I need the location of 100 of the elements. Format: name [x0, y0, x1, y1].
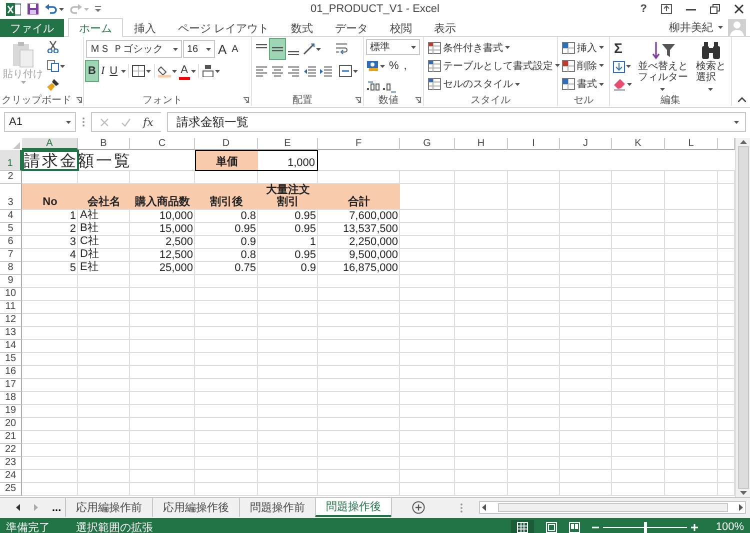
comma-style-button[interactable]: ,	[402, 56, 409, 76]
caret-icon[interactable]	[206, 48, 211, 50]
row-header[interactable]: 6	[0, 236, 22, 249]
row-header[interactable]: 10	[0, 288, 22, 301]
align-right-icon[interactable]	[287, 65, 300, 77]
caret-icon[interactable]	[708, 88, 714, 91]
delete-button[interactable]: 削除	[560, 57, 606, 75]
close-icon[interactable]	[734, 4, 744, 14]
caret-icon[interactable]	[316, 48, 321, 50]
column-header[interactable]: K	[612, 138, 665, 150]
fill-color-icon[interactable]	[158, 64, 171, 78]
name-box[interactable]: A1	[4, 112, 76, 132]
scroll-up-icon[interactable]	[740, 140, 746, 144]
ribbon-tab[interactable]: ホーム	[68, 18, 123, 37]
increase-decimal-icon[interactable]	[367, 81, 380, 93]
collapse-ribbon-icon[interactable]	[738, 97, 746, 102]
help-button[interactable]: ?	[640, 3, 647, 15]
column-header[interactable]: J	[560, 138, 612, 150]
increase-font-button[interactable]: A	[216, 39, 229, 59]
align-center-icon[interactable]	[271, 65, 284, 77]
caret-icon[interactable]	[173, 48, 178, 50]
user-name[interactable]: 柳井美紀	[669, 20, 713, 35]
insert-cells-icon[interactable]	[562, 42, 575, 54]
ribbon-tab[interactable]: 校閲	[379, 19, 424, 37]
caret-icon[interactable]	[214, 70, 220, 72]
caret-icon[interactable]	[190, 70, 196, 72]
row-header[interactable]: 14	[0, 340, 22, 353]
fill-down-icon[interactable]	[613, 60, 625, 72]
format-painter-icon[interactable]	[47, 78, 59, 91]
caret-icon[interactable]	[599, 82, 604, 86]
column-header[interactable]: D	[195, 138, 258, 150]
borders-icon[interactable]	[132, 65, 145, 77]
caret-icon[interactable]	[718, 26, 723, 29]
restore-icon[interactable]	[710, 4, 720, 14]
middle-align-button[interactable]	[270, 39, 285, 59]
ribbon-tab[interactable]: ページ レイアウト	[167, 19, 280, 37]
caret-icon[interactable]	[599, 64, 604, 68]
caret-icon[interactable]	[60, 64, 65, 68]
row-header[interactable]: 16	[0, 366, 22, 379]
conditional-format-button[interactable]: 条件付き書式	[426, 39, 562, 56]
decrease-font-button[interactable]: A	[230, 39, 240, 59]
format-as-table-button[interactable]: テーブルとして書式設定	[426, 57, 562, 75]
scrollbar-thumb[interactable]	[498, 503, 728, 512]
row-header[interactable]: 8	[0, 262, 22, 275]
row-header[interactable]: 23	[0, 457, 22, 470]
caret-icon[interactable]	[380, 64, 385, 68]
decrease-indent-icon[interactable]	[303, 65, 316, 77]
column-header[interactable]: F	[318, 138, 400, 150]
row-header[interactable]: 4	[0, 210, 22, 223]
wrap-text-icon[interactable]	[335, 43, 348, 55]
ribbon-tab[interactable]: 数式	[280, 19, 324, 37]
scrollbar-thumb[interactable]	[738, 146, 748, 489]
undo-icon[interactable]	[45, 4, 57, 14]
phonetic-guide-icon[interactable]	[202, 65, 214, 77]
column-header[interactable]: L	[665, 138, 718, 150]
eraser-icon[interactable]	[613, 78, 626, 91]
row-header[interactable]: 20	[0, 418, 22, 431]
caret-icon[interactable]	[353, 70, 358, 72]
bold-button[interactable]: B	[86, 61, 98, 81]
caret-icon[interactable]	[120, 70, 126, 72]
normal-view-icon[interactable]	[516, 522, 528, 532]
ribbon-display-icon[interactable]	[661, 4, 672, 14]
row-header[interactable]: 11	[0, 301, 22, 314]
dialog-launcher-icon[interactable]	[76, 96, 82, 102]
merge-cells-icon[interactable]	[339, 65, 352, 77]
caret-icon[interactable]	[172, 70, 177, 72]
row-header[interactable]: 13	[0, 327, 22, 340]
underline-button[interactable]: U	[108, 61, 120, 81]
ribbon-tab[interactable]: データ	[324, 19, 380, 37]
row-header[interactable]: 25	[0, 483, 22, 496]
ribbon-tab[interactable]: ファイル	[0, 19, 64, 37]
caret-icon[interactable]	[146, 70, 151, 72]
caret-icon[interactable]	[411, 46, 416, 48]
zoom-level[interactable]: 100%	[710, 521, 744, 533]
font-size-dropdown[interactable]: 16	[183, 40, 215, 58]
font-color-button[interactable]: A	[178, 62, 190, 80]
caret-icon[interactable]	[734, 120, 739, 124]
caret-icon[interactable]	[515, 82, 520, 86]
align-left-icon[interactable]	[255, 65, 268, 77]
ribbon-tab[interactable]: 挿入	[123, 19, 167, 37]
row-header[interactable]: 1	[0, 150, 22, 171]
split-handle-icon[interactable]	[460, 502, 463, 512]
autosum-button[interactable]: Σ	[612, 39, 633, 57]
currency-icon[interactable]	[367, 60, 379, 72]
zoom-slider-thumb[interactable]	[644, 522, 647, 532]
caret-icon[interactable]	[626, 65, 631, 68]
sheet-tab[interactable]: 問題操作後	[315, 498, 392, 517]
row-header[interactable]: 3	[0, 184, 22, 210]
format-cells-icon[interactable]	[562, 78, 575, 90]
row-header[interactable]: 2	[0, 171, 22, 184]
spreadsheet-logo-icon[interactable]	[6, 2, 21, 16]
scroll-left-icon[interactable]	[482, 504, 486, 511]
formula-field[interactable]: 請求金額一覧	[167, 112, 746, 132]
row-header[interactable]: 17	[0, 379, 22, 392]
italic-button[interactable]: I	[98, 61, 107, 81]
dialog-launcher-icon[interactable]	[243, 96, 249, 102]
column-header[interactable]: G	[400, 138, 455, 150]
cell-styles-button[interactable]: セルのスタイル	[426, 76, 562, 93]
page-layout-icon[interactable]	[546, 522, 557, 532]
cell-styles-icon[interactable]	[428, 78, 441, 90]
